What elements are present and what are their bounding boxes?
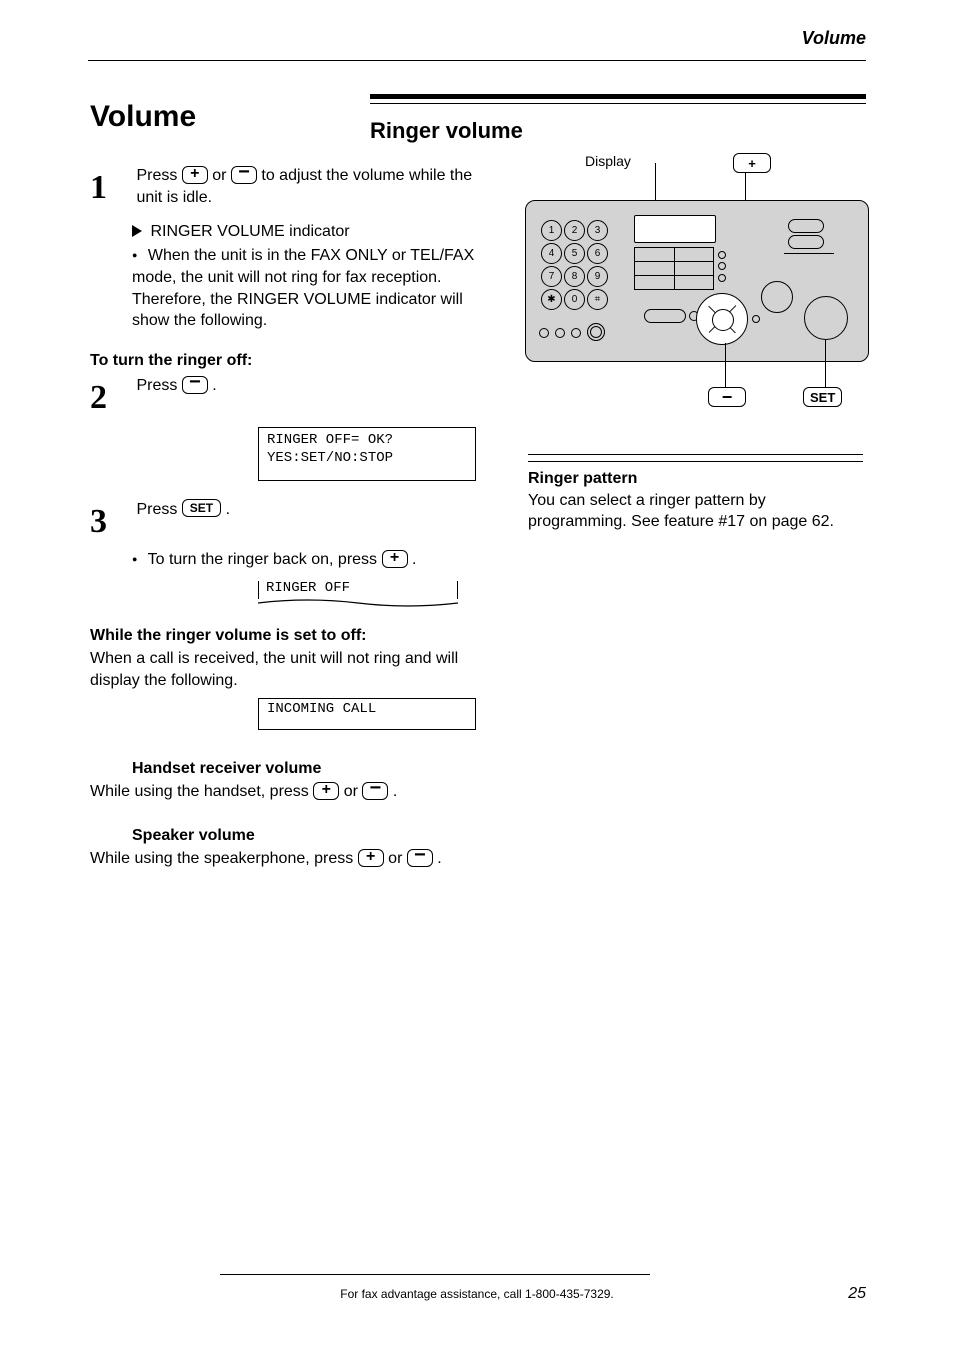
handset-body-c: . — [393, 783, 397, 800]
subtitle-rule-thin — [370, 103, 866, 104]
section-title: Volume — [90, 100, 196, 134]
subtitle-rule-thick — [370, 94, 866, 99]
callout-minus: − — [708, 387, 746, 407]
step-1: 1 Press + or − to adjust the volume whil… — [90, 165, 490, 332]
one-touch-keys — [634, 247, 714, 290]
lcd-mini — [634, 215, 716, 243]
step-3: 3 Press SET . To turn the ringer back on… — [90, 499, 490, 606]
panel-button-large — [804, 296, 848, 340]
minus-icon: − — [182, 376, 208, 394]
plus-icon: + — [358, 849, 384, 867]
control-panel-diagram: Display + 123 456 789 ✱0⌗ — [525, 155, 870, 415]
page-number: 25 — [848, 1285, 866, 1303]
step-1-sub-a: RINGER VOLUME indicator — [150, 223, 349, 240]
keypad: 123 456 789 ✱0⌗ — [540, 219, 609, 311]
callout-plus: + — [733, 153, 771, 173]
plus-icon: + — [382, 550, 408, 568]
set-button-label: SET — [182, 499, 221, 517]
handset-body-a: While using the handset, press — [90, 783, 313, 800]
step-1-number: 1 — [90, 165, 132, 211]
step-1-text-b: or — [212, 167, 231, 184]
running-head: Volume — [0, 28, 866, 49]
step-2: 2 Press − . RINGER OFF= OK? YES:SET/NO:S… — [90, 375, 490, 481]
handset-body-b: or — [344, 783, 363, 800]
speaker-body-b: or — [388, 850, 407, 867]
step-2-number: 2 — [90, 375, 132, 421]
lcd-display: RINGER OFF= OK? YES:SET/NO:STOP — [258, 427, 476, 481]
step-1-sub-b: When the unit is in the FAX ONLY or TEL/… — [132, 247, 474, 329]
note-heading: Ringer pattern — [528, 461, 863, 490]
step-3-text-a: Press — [136, 501, 181, 518]
lcd-display: INCOMING CALL — [258, 698, 476, 730]
minus-icon: − — [407, 849, 433, 867]
minus-icon: − — [362, 782, 388, 800]
minus-icon: − — [231, 166, 257, 184]
speaker-heading: Speaker volume — [132, 825, 490, 847]
note-body: You can select a ringer pattern by progr… — [528, 490, 863, 533]
panel-button-small — [761, 281, 793, 313]
step-3-bullet-end: . — [412, 551, 416, 568]
plus-icon: + — [182, 166, 208, 184]
speaker-body-c: . — [437, 850, 441, 867]
step-3-number: 3 — [90, 499, 132, 545]
step-2-text-b: . — [212, 377, 216, 394]
callout-set: SET — [803, 387, 842, 407]
plus-icon: + — [313, 782, 339, 800]
while-off-text: When a call is received, the unit will n… — [90, 648, 490, 691]
step-1-text-a: Press — [136, 167, 181, 184]
handset-heading: Handset receiver volume — [132, 758, 490, 780]
note-block: Ringer pattern You can select a ringer p… — [528, 454, 863, 533]
step-3-text-b: . — [226, 501, 230, 518]
footer-rule — [220, 1274, 650, 1275]
step-3-bullet: To turn the ringer back on, press — [148, 551, 382, 568]
nav-knob — [696, 293, 748, 345]
ringer-off-indicator: RINGER OFF — [258, 581, 458, 607]
while-off-heading: While the ringer volume is set to off: — [90, 625, 490, 647]
aux-buttons — [536, 323, 605, 343]
speaker-body-a: While using the speakerphone, press — [90, 850, 358, 867]
right-arrow-icon — [132, 225, 146, 237]
step-2-text-a: Press — [136, 377, 181, 394]
callout-display: Display — [585, 153, 631, 169]
footer-text: For fax advantage assistance, call 1-800… — [0, 1287, 954, 1301]
top-rule — [88, 60, 866, 61]
subtitle: Ringer volume — [370, 118, 523, 144]
off-heading: To turn the ringer off: — [90, 350, 490, 372]
